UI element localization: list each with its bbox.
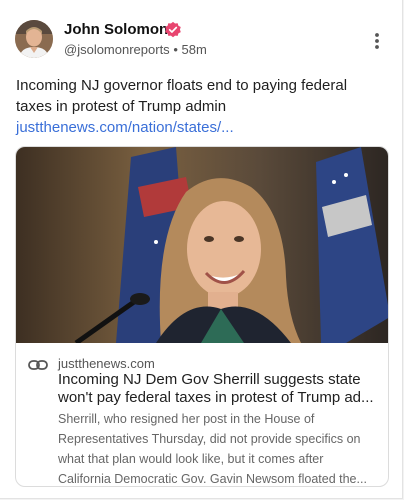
link-description-line-1: Sherrill, who resigned her post in the H… <box>58 412 315 426</box>
post-time[interactable]: 58m <box>182 42 207 57</box>
link-description-line-2: Representatives Thursday, did not provid… <box>58 432 361 446</box>
post-card: John Solomon @jsolomonreports • 58m Inco… <box>0 0 403 499</box>
link-domain: justthenews.com <box>58 356 155 371</box>
link-chain-icon <box>28 360 48 370</box>
link-description-line-3: what that plan would look like, but it c… <box>58 452 324 466</box>
post-link[interactable]: justthenews.com/nation/states/... <box>16 119 234 136</box>
author-avatar[interactable] <box>15 20 53 58</box>
link-preview-image <box>16 147 388 343</box>
post-text: Incoming NJ governor floats end to payin… <box>16 77 348 115</box>
link-preview-card[interactable]: justthenews.com Incoming NJ Dem Gov Sher… <box>15 146 389 487</box>
link-title-line-1: Incoming NJ Dem Gov Sherrill suggests st… <box>58 371 361 388</box>
verified-badge-icon <box>165 21 181 38</box>
author-handle[interactable]: @jsolomonreports <box>64 42 170 57</box>
author-name[interactable]: John Solomon <box>64 21 168 38</box>
more-vertical-icon[interactable] <box>370 32 384 50</box>
link-title: Incoming NJ Dem Gov Sherrill suggests st… <box>58 371 376 407</box>
link-description: Sherrill, who resigned her post in the H… <box>58 409 378 486</box>
post-body: Incoming NJ governor floats end to payin… <box>16 75 386 138</box>
meta-separator: • <box>173 42 178 57</box>
author-meta: @jsolomonreports • 58m <box>64 42 207 57</box>
link-description-line-4: California Democratic Gov. Gavin Newsom … <box>58 472 367 486</box>
link-title-line-2: won't pay federal taxes in protest of Tr… <box>58 389 374 406</box>
